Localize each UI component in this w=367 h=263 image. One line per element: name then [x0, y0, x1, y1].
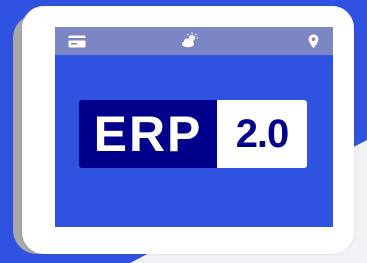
- logo-version-text: 2.0: [235, 112, 290, 156]
- logo-left-panel: ERP: [79, 100, 217, 168]
- weather-icon: [182, 32, 198, 48]
- tablet-screen: ERP 2.0: [55, 27, 333, 227]
- logo-right-panel: 2.0: [217, 100, 307, 168]
- status-bar: [55, 27, 333, 55]
- location-pin-icon: [308, 34, 319, 49]
- erp-logo: ERP 2.0: [79, 100, 307, 168]
- card-icon: [68, 35, 86, 48]
- logo-erp-text: ERP: [93, 106, 203, 162]
